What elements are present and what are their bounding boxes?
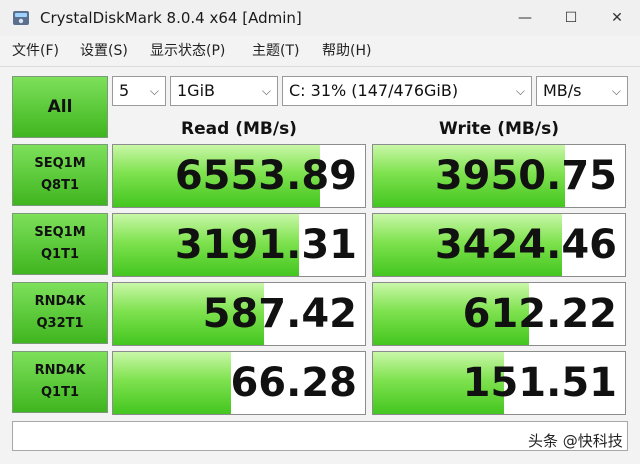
menu-help[interactable]: 帮助(H) (322, 36, 371, 66)
maximize-icon: ☐ (564, 10, 578, 26)
write-column-header: Write (MB/s) (439, 119, 559, 139)
read-result-cell: 3191.31 (112, 213, 366, 277)
read-result-cell: 66.28 (112, 351, 366, 415)
read-result-cell: 6553.89 (112, 144, 366, 208)
menu-theme[interactable]: 主题(T) (252, 36, 299, 66)
unit-select[interactable]: MB/s ⌵ (536, 76, 628, 106)
test-size-value: 1GiB (177, 81, 215, 100)
drive-select[interactable]: C: 31% (147/476GiB) ⌵ (282, 76, 532, 106)
menu-display-status[interactable]: 显示状态(P) (150, 36, 225, 66)
menu-file[interactable]: 文件(F) (12, 36, 59, 66)
read-result-value: 66.28 (230, 360, 357, 406)
menu-bar: 文件(F) 设置(S) 显示状态(P) 主题(T) 帮助(H) (0, 36, 640, 67)
test-queue: Q1T1 (40, 247, 79, 262)
test-queue: Q1T1 (40, 385, 79, 400)
run-all-button[interactable]: All (12, 76, 108, 138)
crystaldiskmark-app-icon (13, 11, 29, 25)
test-name: RND4K (34, 294, 86, 309)
read-progress-bar (113, 352, 232, 414)
write-result-cell: 3424.46 (372, 213, 626, 277)
drive-value: C: 31% (147/476GiB) (289, 81, 459, 100)
run-all-label: All (47, 97, 73, 117)
minimize-button[interactable]: — (502, 0, 548, 36)
test-name: SEQ1M (34, 156, 86, 171)
watermark-text: 头条 @快科技 (528, 432, 623, 450)
read-result-value: 587.42 (202, 291, 357, 337)
write-result-value: 3950.75 (434, 153, 617, 199)
chevron-down-icon: ⌵ (149, 84, 159, 98)
title-bar[interactable]: CrystalDiskMark 8.0.4 x64 [Admin] — ☐ ✕ (0, 0, 640, 36)
minimize-icon: — (518, 10, 532, 26)
write-result-value: 151.51 (462, 360, 617, 406)
test-queue: Q32T1 (36, 316, 84, 331)
read-result-value: 6553.89 (174, 153, 357, 199)
test-rnd4k-q32t1-button[interactable]: RND4K Q32T1 (12, 282, 108, 344)
window-title: CrystalDiskMark 8.0.4 x64 [Admin] (40, 9, 302, 27)
test-name: SEQ1M (34, 225, 86, 240)
write-result-cell: 3950.75 (372, 144, 626, 208)
chevron-down-icon: ⌵ (261, 84, 271, 98)
chevron-down-icon: ⌵ (515, 84, 525, 98)
menu-settings[interactable]: 设置(S) (80, 36, 128, 66)
test-seq1m-q1t1-button[interactable]: SEQ1M Q1T1 (12, 213, 108, 275)
write-result-cell: 612.22 (372, 282, 626, 346)
test-seq1m-q8t1-button[interactable]: SEQ1M Q8T1 (12, 144, 108, 206)
read-result-cell: 587.42 (112, 282, 366, 346)
test-rnd4k-q1t1-button[interactable]: RND4K Q1T1 (12, 351, 108, 413)
chevron-down-icon: ⌵ (611, 84, 621, 98)
test-size-select[interactable]: 1GiB ⌵ (170, 76, 278, 106)
test-count-select[interactable]: 5 ⌵ (112, 76, 166, 106)
close-button[interactable]: ✕ (594, 0, 640, 36)
test-name: RND4K (34, 363, 86, 378)
test-queue: Q8T1 (40, 178, 79, 193)
write-result-value: 612.22 (462, 291, 617, 337)
write-result-value: 3424.46 (434, 222, 617, 268)
read-column-header: Read (MB/s) (181, 119, 297, 139)
write-result-cell: 151.51 (372, 351, 626, 415)
maximize-button[interactable]: ☐ (548, 0, 594, 36)
unit-value: MB/s (543, 81, 582, 100)
read-result-value: 3191.31 (174, 222, 357, 268)
close-icon: ✕ (611, 10, 623, 26)
test-count-value: 5 (119, 81, 130, 100)
